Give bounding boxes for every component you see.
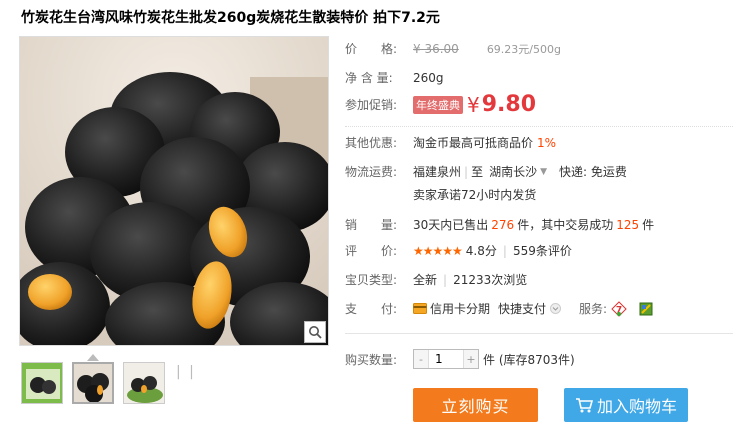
ship-promise-row: 卖家承诺72小时内发货 (413, 186, 536, 203)
rating-stars-icon: ★★★★★ (413, 243, 463, 258)
sales-prefix: 30天内已售出 (413, 218, 489, 232)
thumbnail-strip (21, 362, 165, 404)
other-offer-percent: 1% (537, 135, 557, 150)
item-type-label: 宝贝类型: (345, 273, 398, 287)
cart-icon (575, 397, 593, 413)
main-product-image[interactable] (19, 36, 329, 346)
quantity-row: 购买数量: - + 件 (库存8703件) (345, 349, 575, 369)
logistics-label: 物流运费: (345, 165, 398, 179)
net-weight-row: 净 含 量: 260g (345, 69, 444, 86)
credit-card-icon (413, 303, 427, 314)
sales-middle: 件，其中交易成功 (517, 218, 614, 232)
price-row: 价 格: ¥ 36.00 69.23元/500g (345, 40, 561, 57)
other-offer-label: 其他优惠: (345, 136, 398, 150)
rating-row: 评 价: ★★★★★ 4.8分 | 559条评价 (345, 242, 572, 259)
promo-row: 参加促销: 年终盛典 ¥ 9.80 (345, 92, 536, 117)
sales-label: 销 量: (345, 218, 398, 232)
thumbnail-scroll[interactable]: | | (176, 364, 196, 380)
peanut-photo (20, 37, 328, 345)
guarantee-icon[interactable] (639, 302, 653, 316)
zoom-button[interactable] (304, 321, 326, 343)
dropdown-circle-icon[interactable] (550, 303, 562, 314)
credit-installment-link[interactable]: 信用卡分期 (430, 300, 490, 317)
seven-day-return-icon[interactable]: 7 (611, 300, 627, 317)
add-to-cart-label: 加入购物车 (596, 397, 677, 416)
rating-label: 评 价: (345, 244, 398, 258)
magnifier-icon (309, 326, 322, 339)
promo-label: 参加促销: (345, 98, 398, 112)
sales-sold: 276 (491, 217, 515, 232)
promo-tag: 年终盛典 (413, 95, 463, 114)
thumbnail-3[interactable] (123, 362, 165, 404)
quick-pay-link[interactable]: 快捷支付 (498, 300, 546, 317)
info-divider (345, 126, 733, 127)
promo-currency: ¥ (467, 92, 480, 117)
logistics-to-prefix: 至 (471, 165, 484, 179)
unit-price: 69.23元/500g (486, 42, 561, 56)
payment-row: 支 付: 信用卡分期 快捷支付 服务: 7 (345, 300, 653, 317)
add-to-cart-button[interactable]: 加入购物车 (564, 388, 688, 422)
express-fee: 快递: 免运费 (559, 165, 627, 179)
promo-price: 9.80 (481, 92, 537, 117)
sales-success: 125 (616, 217, 640, 232)
service-label: 服务: (579, 302, 608, 316)
quantity-stepper: - + (413, 349, 479, 369)
stock-text: 件 (库存8703件) (483, 352, 575, 367)
price-label: 价 格: (345, 42, 398, 56)
thumbnail-1[interactable] (21, 362, 63, 404)
sales-row: 销 量: 30天内已售出 276 件，其中交易成功 125 件 (345, 216, 654, 233)
reviews-link[interactable]: 559条评价 (513, 242, 572, 259)
logistics-row: 物流运费: 福建泉州 | 至 湖南长沙 ▼ 快递: 免运费 (345, 163, 627, 180)
item-type-row: 宝贝类型: 全新 | 21233次浏览 (345, 272, 528, 288)
quantity-increase-button[interactable]: + (464, 350, 478, 368)
payment-label: 支 付: (345, 302, 398, 316)
thumbnail-image (124, 363, 164, 403)
thumbnail-2[interactable] (72, 362, 114, 404)
quantity-input[interactable] (428, 350, 464, 368)
quantity-label: 购买数量: (345, 352, 398, 367)
original-price: ¥ 36.00 (413, 41, 459, 56)
product-title: 竹炭花生台湾风味竹炭花生批发260g炭烧花生散装特价 拍下7.2元 (21, 10, 440, 26)
net-weight-value: 260g (413, 70, 444, 85)
thumb-indicator (87, 354, 99, 361)
thumbnail-image (74, 364, 112, 402)
net-weight-label: 净 含 量: (345, 71, 393, 85)
item-condition: 全新 (413, 273, 438, 287)
buy-now-button[interactable]: 立刻购买 (413, 388, 538, 422)
logistics-from: 福建泉州 (413, 165, 462, 179)
ship-promise: 卖家承诺72小时内发货 (413, 188, 537, 202)
sales-suffix: 件 (642, 218, 655, 232)
other-offer-row: 其他优惠: 淘金币最高可抵商品价 1% (345, 134, 556, 151)
rating-score: 4.8分 (465, 244, 497, 258)
quantity-decrease-button[interactable]: - (414, 350, 428, 368)
destination-select[interactable]: 湖南长沙 (489, 163, 537, 180)
chevron-down-icon[interactable]: ▼ (540, 167, 547, 177)
purchase-divider (345, 333, 733, 334)
thumbnail-image (22, 363, 62, 403)
item-views: 21233次浏览 (453, 273, 528, 287)
other-offer-text: 淘金币最高可抵商品价 (413, 136, 534, 150)
